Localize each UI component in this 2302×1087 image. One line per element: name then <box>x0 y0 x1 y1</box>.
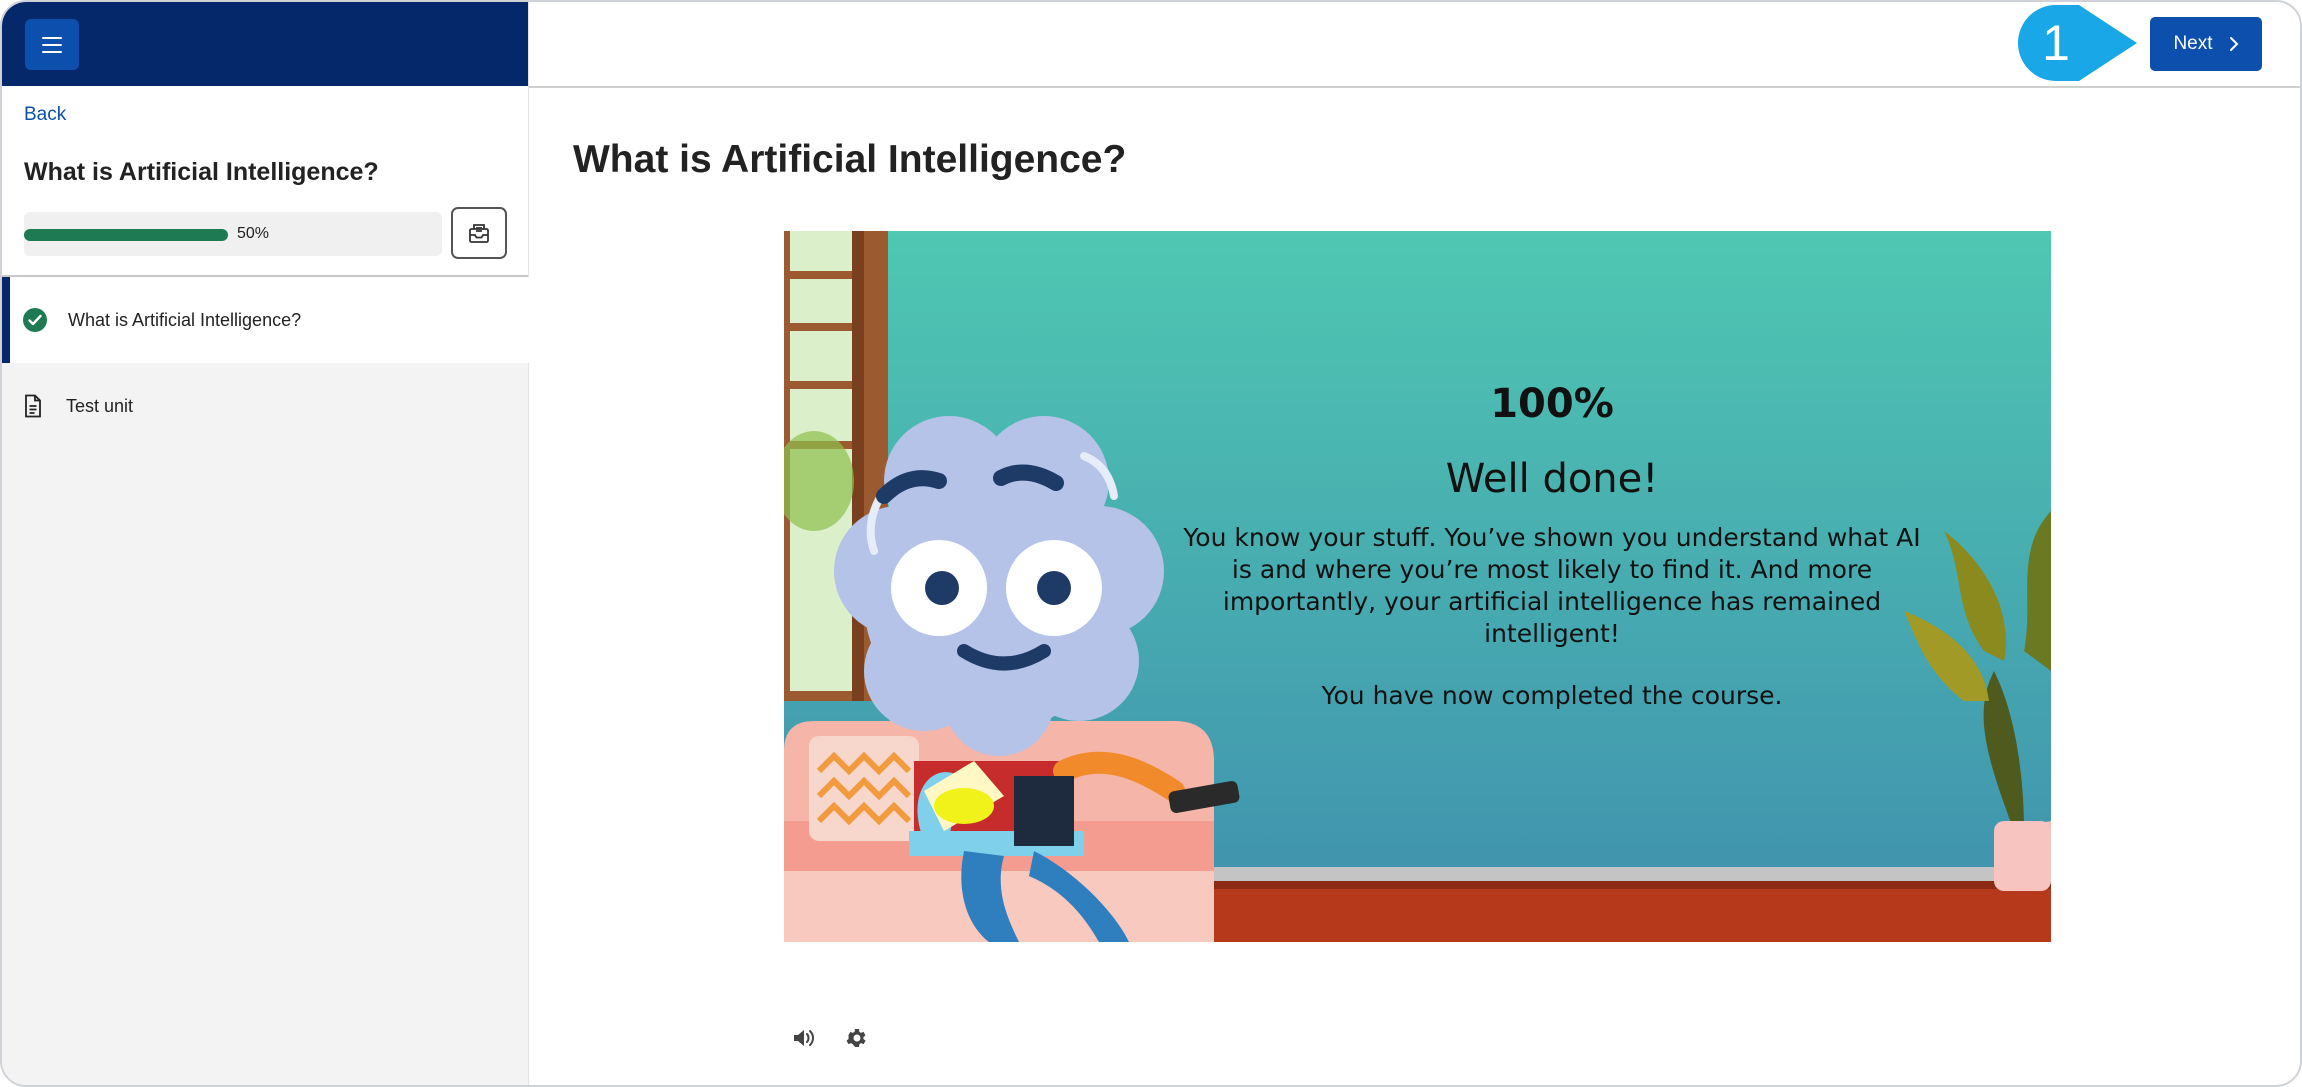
sidebar-item-label: Test unit <box>66 395 134 416</box>
speaker-icon <box>794 1030 814 1046</box>
app-window: Back What is Artificial Intelligence? 50… <box>0 0 2302 1087</box>
sidebar-header <box>2 2 528 86</box>
score-text: 100% <box>1490 381 1614 427</box>
slide-result: 100% Well done! You know your stuff. You… <box>1182 372 1922 712</box>
back-link[interactable]: Back <box>24 104 66 126</box>
menu-button[interactable] <box>25 19 79 70</box>
inbox-button[interactable] <box>451 207 507 259</box>
course-progress: 50% <box>24 212 442 256</box>
next-label: Next <box>2173 33 2213 54</box>
volume-button[interactable] <box>789 1024 819 1052</box>
check-circle-icon <box>22 307 48 333</box>
hamburger-icon <box>42 36 62 53</box>
document-icon <box>20 393 46 419</box>
course-title: What is Artificial Intelligence? <box>24 158 379 186</box>
next-button[interactable]: Next <box>2150 17 2262 71</box>
inbox-icon <box>469 224 489 243</box>
settings-button[interactable] <box>842 1024 872 1052</box>
gear-icon <box>846 1029 866 1047</box>
course-summary: Back What is Artificial Intelligence? 50… <box>2 86 528 277</box>
sidebar-item-label: What is Artificial Intelligence? <box>68 309 302 330</box>
course-sidebar: Back What is Artificial Intelligence? 50… <box>2 2 529 1085</box>
chevron-right-icon <box>2229 37 2238 51</box>
result-message: You know your stuff. You’ve shown you un… <box>1183 523 1921 648</box>
sidebar-item-what-is-ai[interactable]: What is Artificial Intelligence? <box>2 277 529 363</box>
sidebar-item-test-unit[interactable]: Test unit <box>2 363 529 449</box>
completion-message: You have now completed the course. <box>1321 681 1783 710</box>
result-heading: Well done! <box>1445 456 1659 502</box>
callout-number: 1 <box>2042 15 2070 71</box>
page-title: What is Artificial Intelligence? <box>573 138 1127 181</box>
progress-label: 50% <box>237 225 270 242</box>
progress-bar-fill <box>24 229 228 241</box>
